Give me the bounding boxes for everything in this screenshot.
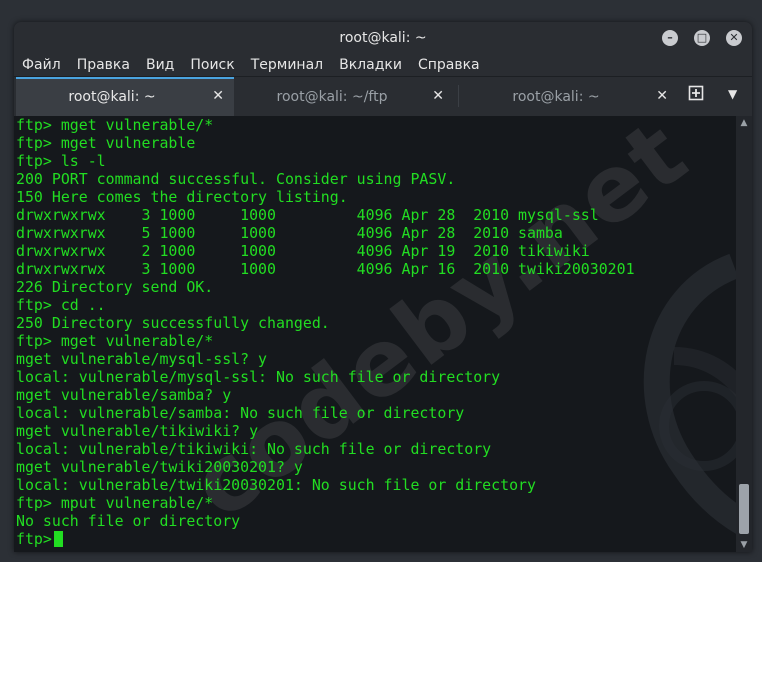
terminal-line: drwxrwxrwx 3 1000 1000 4096 Apr 16 2010 … [16, 260, 635, 278]
tab-root-home[interactable]: root@kali: ~ ✕ [16, 77, 234, 117]
window-title: root@kali: ~ [339, 30, 427, 46]
terminal-line: local: vulnerable/twiki20030201: No such… [16, 476, 536, 494]
tab-divider [458, 85, 459, 107]
menu-search[interactable]: Поиск [190, 57, 234, 73]
close-icon[interactable]: ✕ [726, 30, 742, 46]
terminal-line: drwxrwxrwx 3 1000 1000 4096 Apr 28 2010 … [16, 206, 599, 224]
text-cursor [53, 531, 63, 547]
terminal-line: local: vulnerable/samba: No such file or… [16, 404, 465, 422]
scroll-down-icon[interactable]: ▼ [736, 538, 752, 552]
maximize-icon[interactable]: □ [694, 30, 710, 46]
menu-file[interactable]: Файл [22, 57, 61, 73]
terminal-line: 250 Directory successfully changed. [16, 314, 330, 332]
terminal-line: ftp> mget vulnerable/* [16, 332, 214, 350]
terminal-line: No such file or directory [16, 512, 241, 530]
tab-label: root@kali: ~/ftp [276, 89, 388, 105]
terminal-window: root@kali: ~ – □ ✕ Файл Правка Вид Поиск… [14, 22, 752, 552]
new-tab-icon[interactable] [688, 85, 704, 101]
terminal-prompt-line[interactable]: ftp> [14, 530, 736, 548]
tab-root-home-2[interactable]: root@kali: ~ ✕ [460, 79, 678, 115]
menu-terminal[interactable]: Терминал [251, 57, 323, 73]
terminal-line: 200 PORT command successful. Consider us… [16, 170, 456, 188]
terminal-line: mget vulnerable/twiki20030201? y [16, 458, 303, 476]
tab-close-icon[interactable]: ✕ [656, 88, 668, 104]
terminal-line: mget vulnerable/mysql-ssl? y [16, 350, 268, 368]
tab-close-icon[interactable]: ✕ [212, 88, 224, 104]
terminal-line: ftp> mget vulnerable/* [16, 116, 214, 134]
terminal-line: drwxrwxrwx 2 1000 1000 4096 Apr 19 2010 … [16, 242, 590, 260]
title-bar[interactable]: root@kali: ~ – □ ✕ [14, 22, 752, 54]
terminal-line: ftp> mget vulnerable [16, 134, 196, 152]
terminal-line: drwxrwxrwx 5 1000 1000 4096 Apr 28 2010 … [16, 224, 563, 242]
terminal-line: ftp> cd .. [16, 296, 106, 314]
terminal-line: mget vulnerable/samba? y [16, 386, 232, 404]
terminal-output[interactable]: codeby.net ftp> mget vulnerable/* ftp> m… [14, 116, 736, 552]
menu-help[interactable]: Справка [418, 57, 480, 73]
terminal-line: ftp> mput vulnerable/* [16, 494, 214, 512]
minimize-icon[interactable]: – [662, 30, 678, 46]
terminal-line: 150 Here comes the directory listing. [16, 188, 348, 206]
scrollbar[interactable]: ▲ ▼ [736, 116, 752, 552]
terminal-line: 226 Directory send OK. [16, 278, 214, 296]
terminal-prompt: ftp> [16, 530, 52, 548]
menu-tabs[interactable]: Вкладки [339, 57, 402, 73]
terminal-line: local: vulnerable/mysql-ssl: No such fil… [16, 368, 501, 386]
tab-bar: root@kali: ~ ✕ root@kali: ~/ftp ✕ root@k… [14, 76, 752, 117]
menu-view[interactable]: Вид [146, 57, 174, 73]
tab-close-icon[interactable]: ✕ [432, 88, 444, 104]
terminal-line: local: vulnerable/tikiwiki: No such file… [16, 440, 492, 458]
scroll-up-icon[interactable]: ▲ [736, 116, 752, 130]
terminal-line: mget vulnerable/tikiwiki? y [16, 422, 259, 440]
tab-label: root@kali: ~ [68, 89, 156, 105]
scroll-thumb[interactable] [739, 484, 749, 534]
menu-edit[interactable]: Правка [77, 57, 130, 73]
menu-bar: Файл Правка Вид Поиск Терминал Вкладки С… [14, 54, 752, 76]
terminal-line: ftp> ls -l [16, 152, 106, 170]
tab-label: root@kali: ~ [512, 89, 600, 105]
chevron-down-icon[interactable]: ▼ [728, 87, 737, 101]
tab-root-ftp[interactable]: root@kali: ~/ftp ✕ [236, 79, 454, 115]
